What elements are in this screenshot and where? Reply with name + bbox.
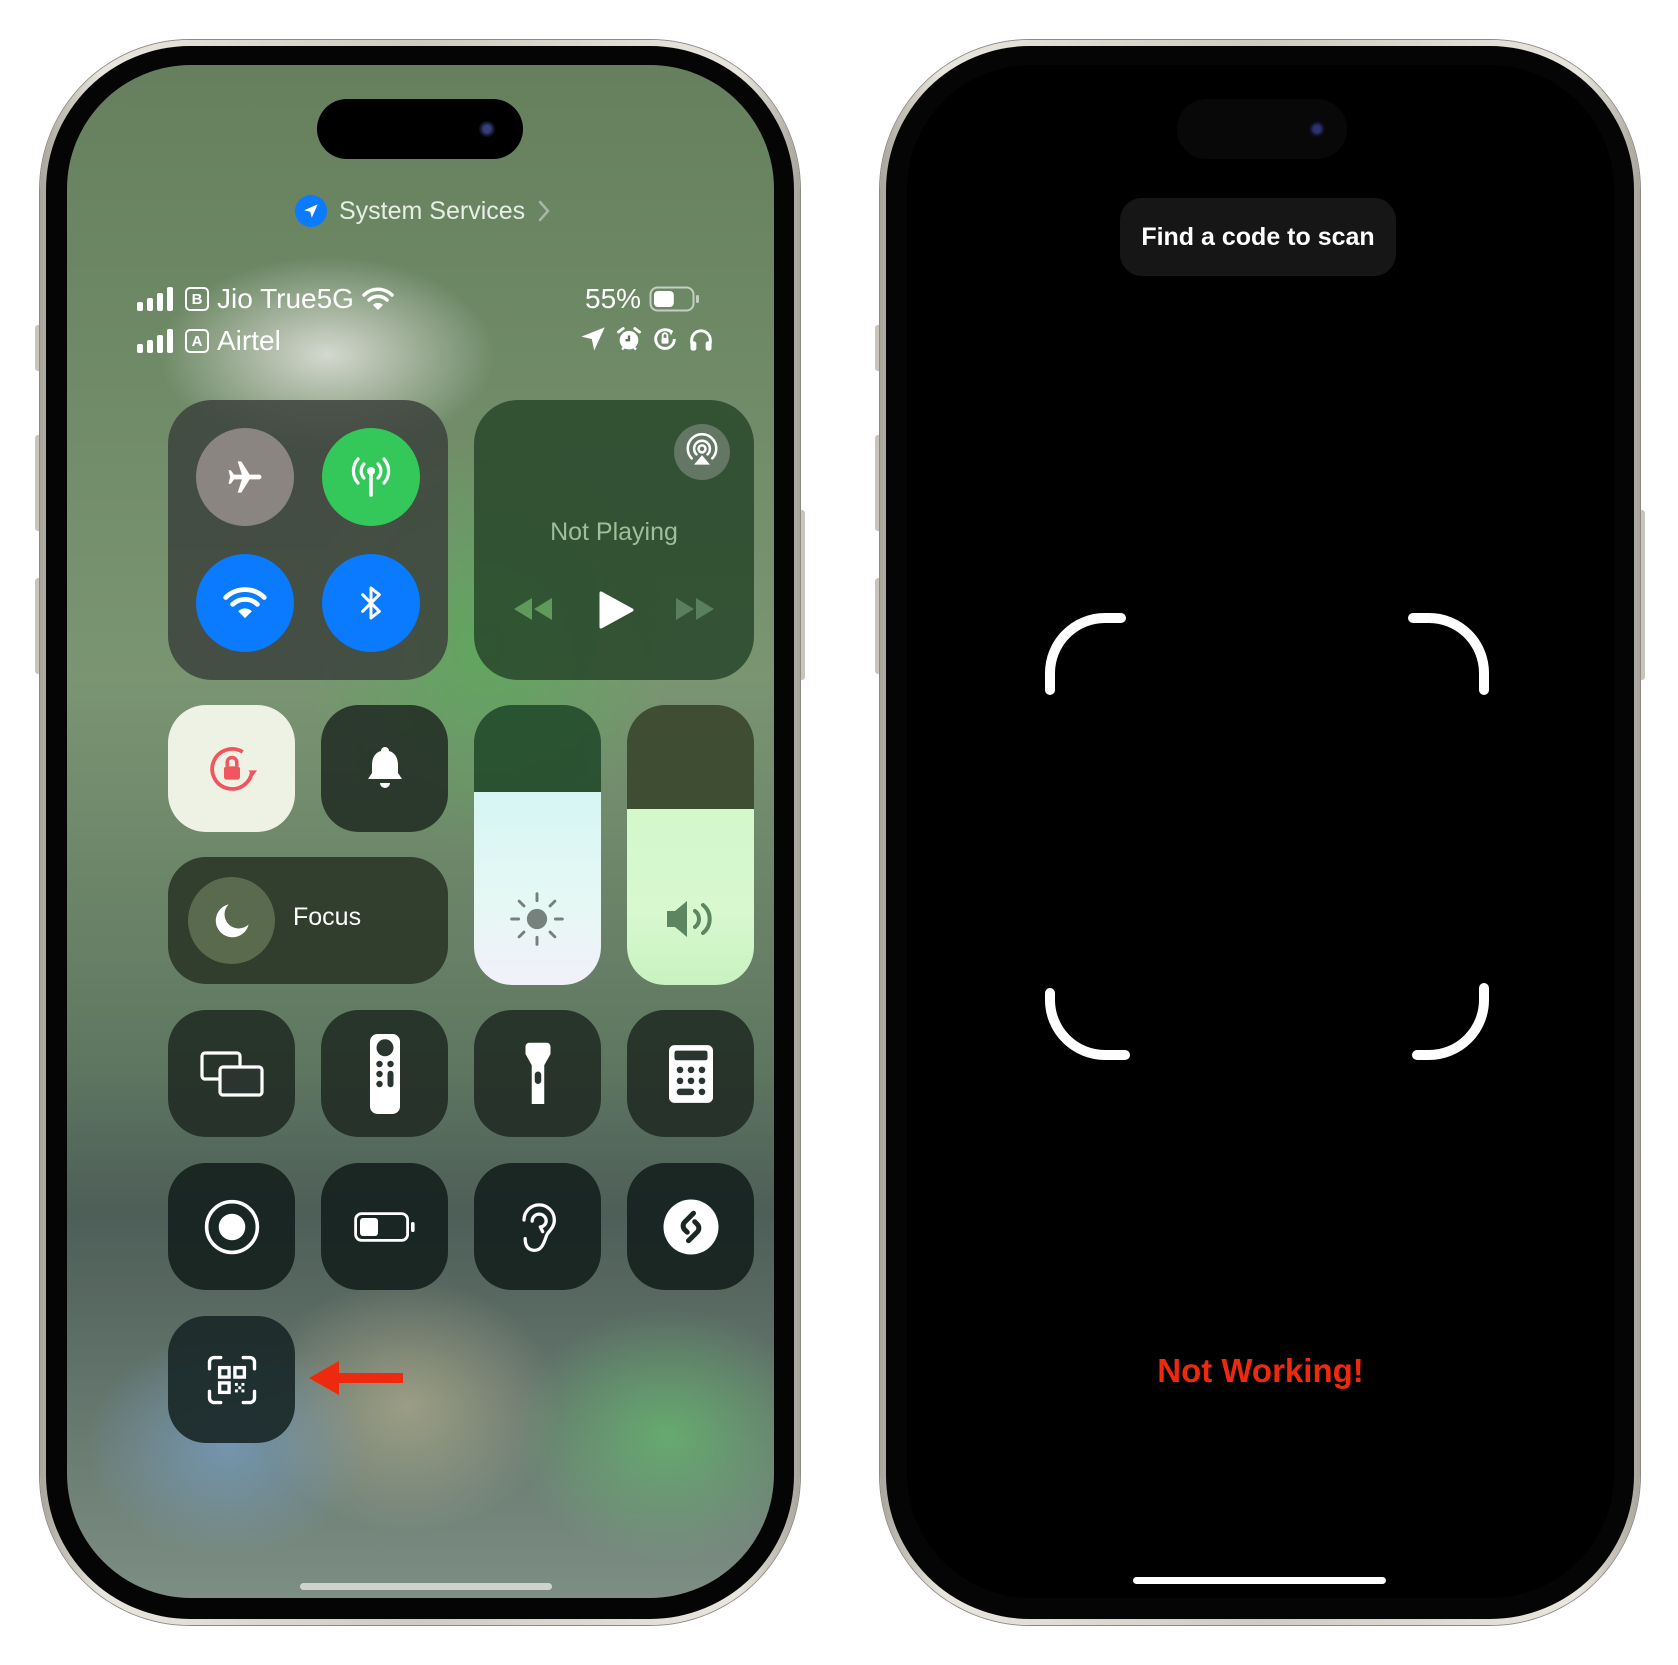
ear-icon [521, 1202, 556, 1252]
focus-module[interactable]: Focus [168, 857, 448, 984]
signal-bars-icon [137, 329, 173, 353]
location-arrow-icon [295, 195, 327, 227]
qr-code-icon [207, 1355, 256, 1404]
focus-label: Focus [293, 903, 362, 931]
alarm-icon [617, 327, 641, 351]
moon-icon [215, 903, 249, 937]
rewind-button[interactable] [512, 596, 554, 622]
location-icon [581, 327, 605, 351]
speaker-icon [663, 895, 719, 943]
low-power-mode-button[interactable] [321, 1163, 448, 1290]
shazam-icon [663, 1199, 718, 1254]
viewfinder-brackets [1045, 613, 1489, 1060]
flashlight-button[interactable] [474, 1010, 601, 1137]
battery-percent: 55% [585, 283, 642, 314]
control-center-screen: System Services B Jio True5G A Airtel 55… [67, 65, 774, 1598]
wifi-toggle[interactable] [196, 554, 294, 652]
bell-icon [367, 746, 402, 788]
bluetooth-toggle[interactable] [322, 554, 420, 652]
screen-mirroring-button[interactable] [168, 1010, 295, 1137]
flashlight-icon [525, 1042, 550, 1104]
scan-hint-text: Find a code to scan [1141, 222, 1375, 251]
airplay-audio-icon [686, 433, 718, 465]
viewfinder-corner-top-left [1045, 613, 1126, 695]
annotation-arrow [307, 1353, 407, 1403]
fast-forward-button[interactable] [674, 596, 716, 622]
viewfinder-corner-bottom-right [1412, 983, 1489, 1060]
battery-icon [353, 1211, 415, 1242]
remote-icon [369, 1033, 400, 1114]
sim-badge-a: A [185, 329, 209, 353]
fast-forward-icon [676, 598, 714, 620]
now-playing-module[interactable]: Not Playing [474, 400, 754, 680]
front-camera-icon [479, 121, 495, 137]
carrier-name-1: Jio True5G [217, 283, 354, 314]
home-indicator[interactable] [1133, 1577, 1386, 1584]
cellular-data-toggle[interactable] [322, 428, 420, 526]
status-indicators [579, 325, 715, 353]
battery-icon [649, 286, 700, 312]
sun-icon [505, 887, 569, 951]
brightness-slider[interactable] [474, 705, 601, 985]
location-banner-label: System Services [339, 196, 526, 225]
signal-bars-icon [137, 287, 173, 311]
airplay-button[interactable] [674, 424, 730, 480]
headphones-icon [690, 329, 712, 351]
focus-toggle[interactable] [188, 877, 275, 964]
viewfinder-corner-top-right [1408, 613, 1489, 695]
location-banner[interactable]: System Services [295, 195, 551, 227]
wifi-icon [223, 587, 267, 619]
now-playing-title: Not Playing [550, 518, 678, 546]
volume-slider[interactable] [627, 705, 754, 985]
orientation-lock-toggle[interactable] [168, 705, 295, 832]
scan-hint-pill: Find a code to scan [1120, 198, 1396, 276]
not-working-annotation: Not Working! [907, 1352, 1614, 1390]
connectivity-module [168, 400, 448, 680]
airplane-mode-toggle[interactable] [196, 428, 294, 526]
record-icon [204, 1199, 259, 1254]
wifi-icon [362, 287, 394, 310]
calculator-icon [668, 1044, 713, 1103]
carrier-name-2: Airtel [217, 325, 281, 356]
not-working-text: Not Working! [1157, 1352, 1364, 1389]
status-sim2: A Airtel [137, 325, 281, 357]
dynamic-island [1177, 99, 1347, 159]
play-icon [599, 591, 634, 629]
battery-status: 55% [585, 283, 701, 315]
shazam-button[interactable] [627, 1163, 754, 1290]
status-sim1: B Jio True5G [137, 283, 394, 315]
chevron-right-icon [537, 199, 551, 223]
home-indicator[interactable] [300, 1583, 552, 1590]
apple-tv-remote-button[interactable] [321, 1010, 448, 1137]
airplane-icon [228, 461, 262, 493]
left-phone: System Services B Jio True5G A Airtel 55… [40, 40, 800, 1625]
arrow-left-icon [309, 1361, 403, 1395]
code-scanner-screen: Find a code to scan Not Working! [907, 65, 1614, 1598]
calculator-button[interactable] [627, 1010, 754, 1137]
play-button[interactable] [598, 590, 634, 630]
sim-badge-b: B [185, 287, 209, 311]
screen-mirroring-icon [199, 1050, 264, 1097]
orientation-lock-icon [209, 746, 257, 791]
right-phone: Find a code to scan Not Working! [880, 40, 1640, 1625]
code-scanner-button[interactable] [168, 1316, 295, 1443]
rewind-icon [514, 598, 552, 620]
screen-recording-button[interactable] [168, 1163, 295, 1290]
hearing-button[interactable] [474, 1163, 601, 1290]
viewfinder-corner-bottom-left [1045, 988, 1130, 1060]
dynamic-island [317, 99, 523, 159]
antenna-icon [351, 457, 391, 497]
bluetooth-icon [361, 586, 381, 620]
silent-mode-toggle[interactable] [321, 705, 448, 832]
orientation-lock-icon [654, 328, 676, 350]
front-camera-icon [1309, 121, 1325, 137]
